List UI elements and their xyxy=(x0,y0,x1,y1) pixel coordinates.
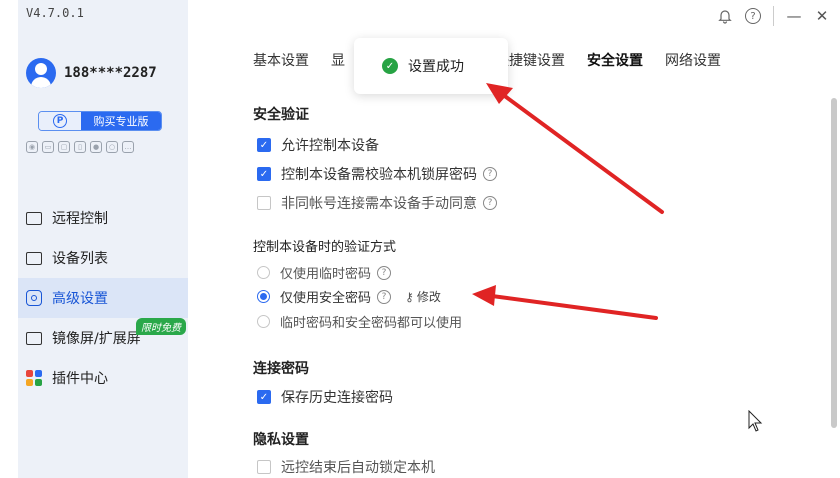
sidebar-item-label: 插件中心 xyxy=(52,371,108,387)
section-title-connect-password: 连接密码 xyxy=(253,361,309,377)
user-profile[interactable]: 188****2287 xyxy=(26,58,157,88)
sidebar-item-plugin-center[interactable]: 插件中心 xyxy=(18,358,188,398)
help-button[interactable]: ? xyxy=(739,2,767,30)
gamepad-icon: ◉ xyxy=(26,141,38,153)
option-label: 保存历史连接密码 xyxy=(281,390,393,406)
sidebar-item-advanced-settings[interactable]: 高级设置 xyxy=(18,278,188,318)
sidebar-item-remote-control[interactable]: 远程控制 xyxy=(18,198,188,238)
minimize-button[interactable]: — xyxy=(780,2,808,30)
section-title-security: 安全验证 xyxy=(253,107,309,123)
option-auto-lock[interactable]: 远控结束后自动锁定本机 xyxy=(257,457,435,477)
mirror-screen-icon xyxy=(26,330,42,346)
help-icon[interactable]: ? xyxy=(377,289,392,304)
pro-p-icon: P xyxy=(53,114,67,128)
free-badge: 限时免费 xyxy=(136,318,186,335)
radio-both-passwords[interactable]: 临时密码和安全密码都可以使用 xyxy=(257,312,462,331)
sidebar: V4.7.0.1 188****2287 P 购买专业版 ◉ ▭ ▢ ▯ ● ○… xyxy=(18,0,188,478)
option-label: 仅使用临时密码 xyxy=(280,267,372,282)
more-icon: … xyxy=(122,141,134,153)
file-icon: ▯ xyxy=(74,141,86,153)
checkbox-checked-icon[interactable]: ✓ xyxy=(257,390,271,404)
close-button[interactable]: ✕ xyxy=(808,2,836,30)
checkbox-unchecked-icon[interactable] xyxy=(257,196,271,210)
pro-badge: P xyxy=(39,112,81,130)
radio-security-password[interactable]: 仅使用安全密码 ? ⚷ 修改 xyxy=(257,287,441,306)
sidebar-item-label: 高级设置 xyxy=(52,291,108,307)
option-label: 非同帐号连接需本设备手动同意 xyxy=(281,196,477,212)
remote-control-icon xyxy=(26,210,42,226)
radio-temp-password[interactable]: 仅使用临时密码 ? xyxy=(257,263,392,282)
radio-selected-icon[interactable] xyxy=(257,290,270,303)
option-save-history-password[interactable]: ✓ 保存历史连接密码 xyxy=(257,387,393,407)
buy-pro-label: 购买专业版 xyxy=(81,112,161,130)
buy-pro-button[interactable]: P 购买专业版 xyxy=(38,111,162,131)
success-toast: ✓ 设置成功 xyxy=(354,38,508,94)
tab-display-settings[interactable]: 显 xyxy=(331,50,345,70)
radio-unselected-icon[interactable] xyxy=(257,266,270,279)
titlebar-divider xyxy=(773,6,774,26)
option-label: 临时密码和安全密码都可以使用 xyxy=(280,316,463,331)
record-icon: ○ xyxy=(106,141,118,153)
sidebar-item-label: 镜像屏/扩展屏 xyxy=(52,331,141,347)
username: 188****2287 xyxy=(64,65,157,81)
sidebar-nav: 远程控制 设备列表 高级设置 限时免费 镜像屏/扩展屏 插件中心 xyxy=(18,198,188,398)
titlebar-controls: ? — ✕ xyxy=(711,0,840,32)
section-title-verify-method: 控制本设备时的验证方式 xyxy=(253,240,397,255)
modify-password-link[interactable]: ⚷ 修改 xyxy=(405,288,441,305)
sidebar-item-label: 设备列表 xyxy=(52,251,108,267)
checkbox-checked-icon[interactable]: ✓ xyxy=(257,167,271,181)
checkbox-checked-icon[interactable]: ✓ xyxy=(257,138,271,152)
help-icon[interactable]: ? xyxy=(377,265,392,280)
option-label: 仅使用安全密码 xyxy=(280,291,372,306)
pro-feature-icons: ◉ ▭ ▢ ▯ ● ○ … xyxy=(26,141,134,153)
tab-security-settings[interactable]: 安全设置 xyxy=(587,50,643,70)
sidebar-item-label: 远程控制 xyxy=(52,211,108,227)
key-icon: ⚷ xyxy=(405,289,414,304)
section-title-privacy: 隐私设置 xyxy=(253,432,309,448)
plugin-center-icon xyxy=(26,370,42,386)
annotation-arrow-toast xyxy=(486,83,664,214)
tab-basic-settings[interactable]: 基本设置 xyxy=(253,50,309,70)
mic-icon: ● xyxy=(90,141,102,153)
annotation-arrow-modify xyxy=(472,285,658,320)
help-icon[interactable]: ? xyxy=(483,196,497,210)
option-label: 控制本设备需校验本机锁屏密码 xyxy=(281,167,477,183)
mouse-cursor-icon xyxy=(748,410,763,432)
screen-icon: ▭ xyxy=(42,141,54,153)
tab-network-settings[interactable]: 网络设置 xyxy=(665,50,721,70)
option-allow-control[interactable]: ✓ 允许控制本设备 xyxy=(257,135,379,155)
radio-unselected-icon[interactable] xyxy=(257,315,270,328)
advanced-settings-icon xyxy=(26,290,42,306)
bell-icon[interactable] xyxy=(711,2,739,30)
window-icon: ▢ xyxy=(58,141,70,153)
scrollbar[interactable] xyxy=(831,98,837,428)
device-list-icon xyxy=(26,250,42,266)
option-manual-consent[interactable]: 非同帐号连接需本设备手动同意 ? xyxy=(257,193,497,213)
sidebar-item-mirror-screen[interactable]: 限时免费 镜像屏/扩展屏 xyxy=(18,318,188,358)
avatar-icon[interactable] xyxy=(26,58,56,88)
option-require-lock-password[interactable]: ✓ 控制本设备需校验本机锁屏密码 ? xyxy=(257,164,497,184)
option-label: 允许控制本设备 xyxy=(281,138,379,154)
checkbox-unchecked-icon[interactable] xyxy=(257,460,271,474)
help-icon: ? xyxy=(745,8,761,24)
app-version: V4.7.0.1 xyxy=(26,6,84,20)
check-circle-icon: ✓ xyxy=(382,58,398,74)
help-icon[interactable]: ? xyxy=(483,167,497,181)
toast-message: 设置成功 xyxy=(408,59,464,75)
modify-label: 修改 xyxy=(416,290,441,304)
sidebar-item-device-list[interactable]: 设备列表 xyxy=(18,238,188,278)
option-label: 远控结束后自动锁定本机 xyxy=(281,460,435,476)
